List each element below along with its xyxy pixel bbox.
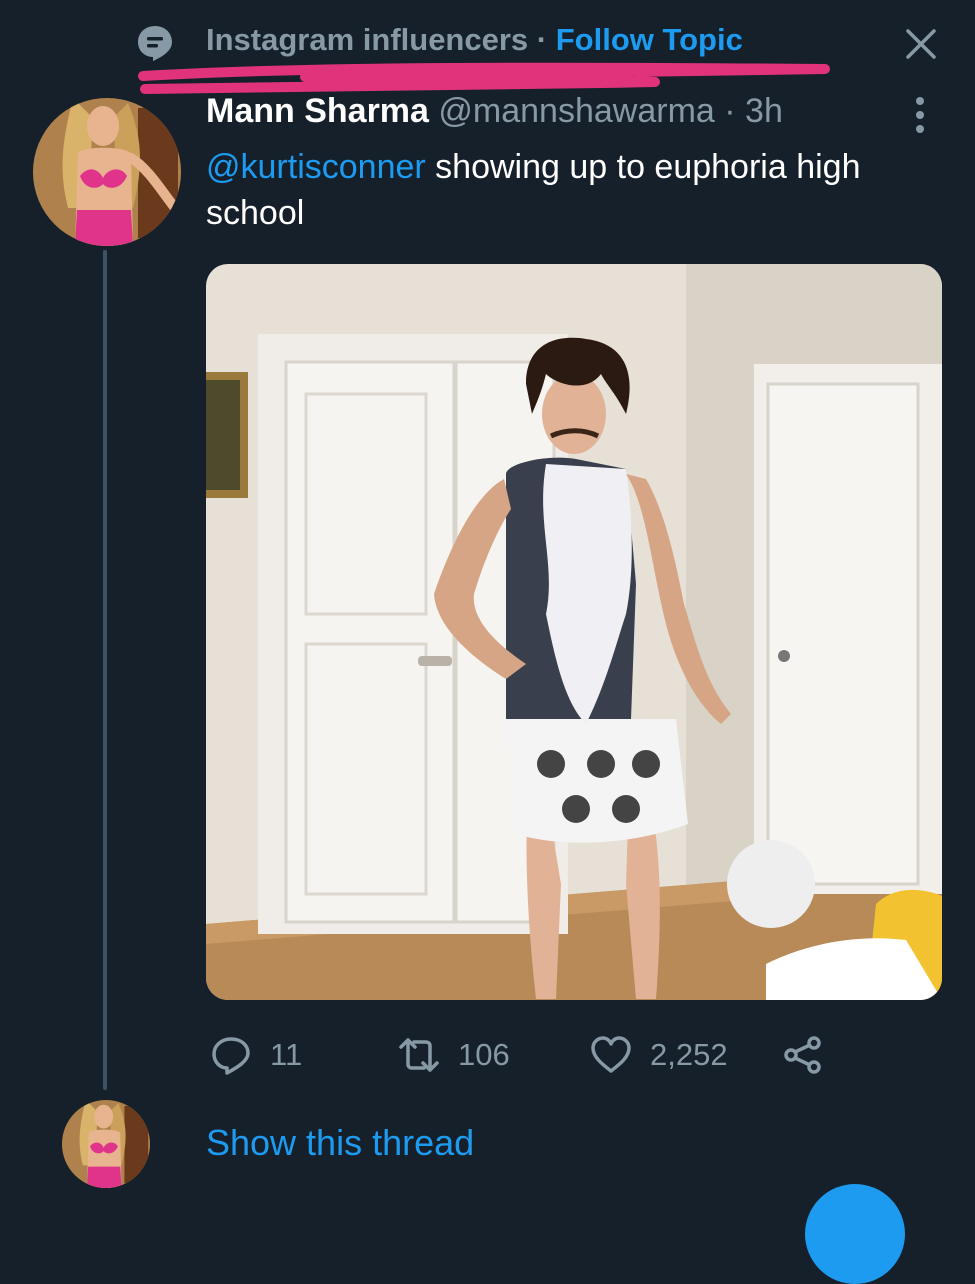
tweet-text: @kurtisconner showing up to euphoria hig… xyxy=(206,144,946,236)
tweet-actions: 11 106 2,252 xyxy=(206,1030,946,1090)
author-handle[interactable]: @mannshawarma xyxy=(438,92,714,130)
follow-topic-button[interactable]: Follow Topic xyxy=(556,22,743,57)
close-icon[interactable] xyxy=(903,26,939,62)
tweet-timestamp[interactable]: 3h xyxy=(745,92,783,130)
share-button[interactable] xyxy=(782,1030,842,1080)
tweet-header: Mann Sharma @mannshawarma · 3h xyxy=(206,92,783,131)
compose-fab-button[interactable] xyxy=(805,1184,905,1284)
like-count: 2,252 xyxy=(650,1037,728,1072)
retweet-button[interactable]: 106 xyxy=(398,1030,510,1080)
topic-label: Instagram influencers · Follow Topic xyxy=(206,22,743,58)
author-name[interactable]: Mann Sharma xyxy=(206,92,429,130)
retweet-count: 106 xyxy=(458,1037,510,1072)
topic-separator: · xyxy=(528,22,556,57)
retweet-icon xyxy=(399,1038,439,1072)
tweet-photo[interactable] xyxy=(206,264,942,1000)
reply-button[interactable]: 11 xyxy=(210,1030,302,1080)
like-button[interactable]: 2,252 xyxy=(590,1030,728,1080)
topic-header: Instagram influencers · Follow Topic xyxy=(0,0,975,94)
more-vertical-icon[interactable] xyxy=(908,95,932,135)
topic-name[interactable]: Instagram influencers xyxy=(206,22,528,57)
thread-avatar[interactable] xyxy=(62,1100,150,1188)
avatar[interactable] xyxy=(33,98,181,246)
thread-connector-line xyxy=(103,250,107,1090)
mention-link[interactable]: @kurtisconner xyxy=(206,148,426,186)
share-icon xyxy=(784,1036,821,1074)
show-thread-link[interactable]: Show this thread xyxy=(206,1122,474,1164)
reply-count: 11 xyxy=(270,1037,303,1072)
topic-bubble-icon xyxy=(138,26,172,61)
meta-separator: · xyxy=(714,92,746,130)
heart-icon xyxy=(591,1036,631,1073)
reply-icon xyxy=(212,1037,250,1075)
